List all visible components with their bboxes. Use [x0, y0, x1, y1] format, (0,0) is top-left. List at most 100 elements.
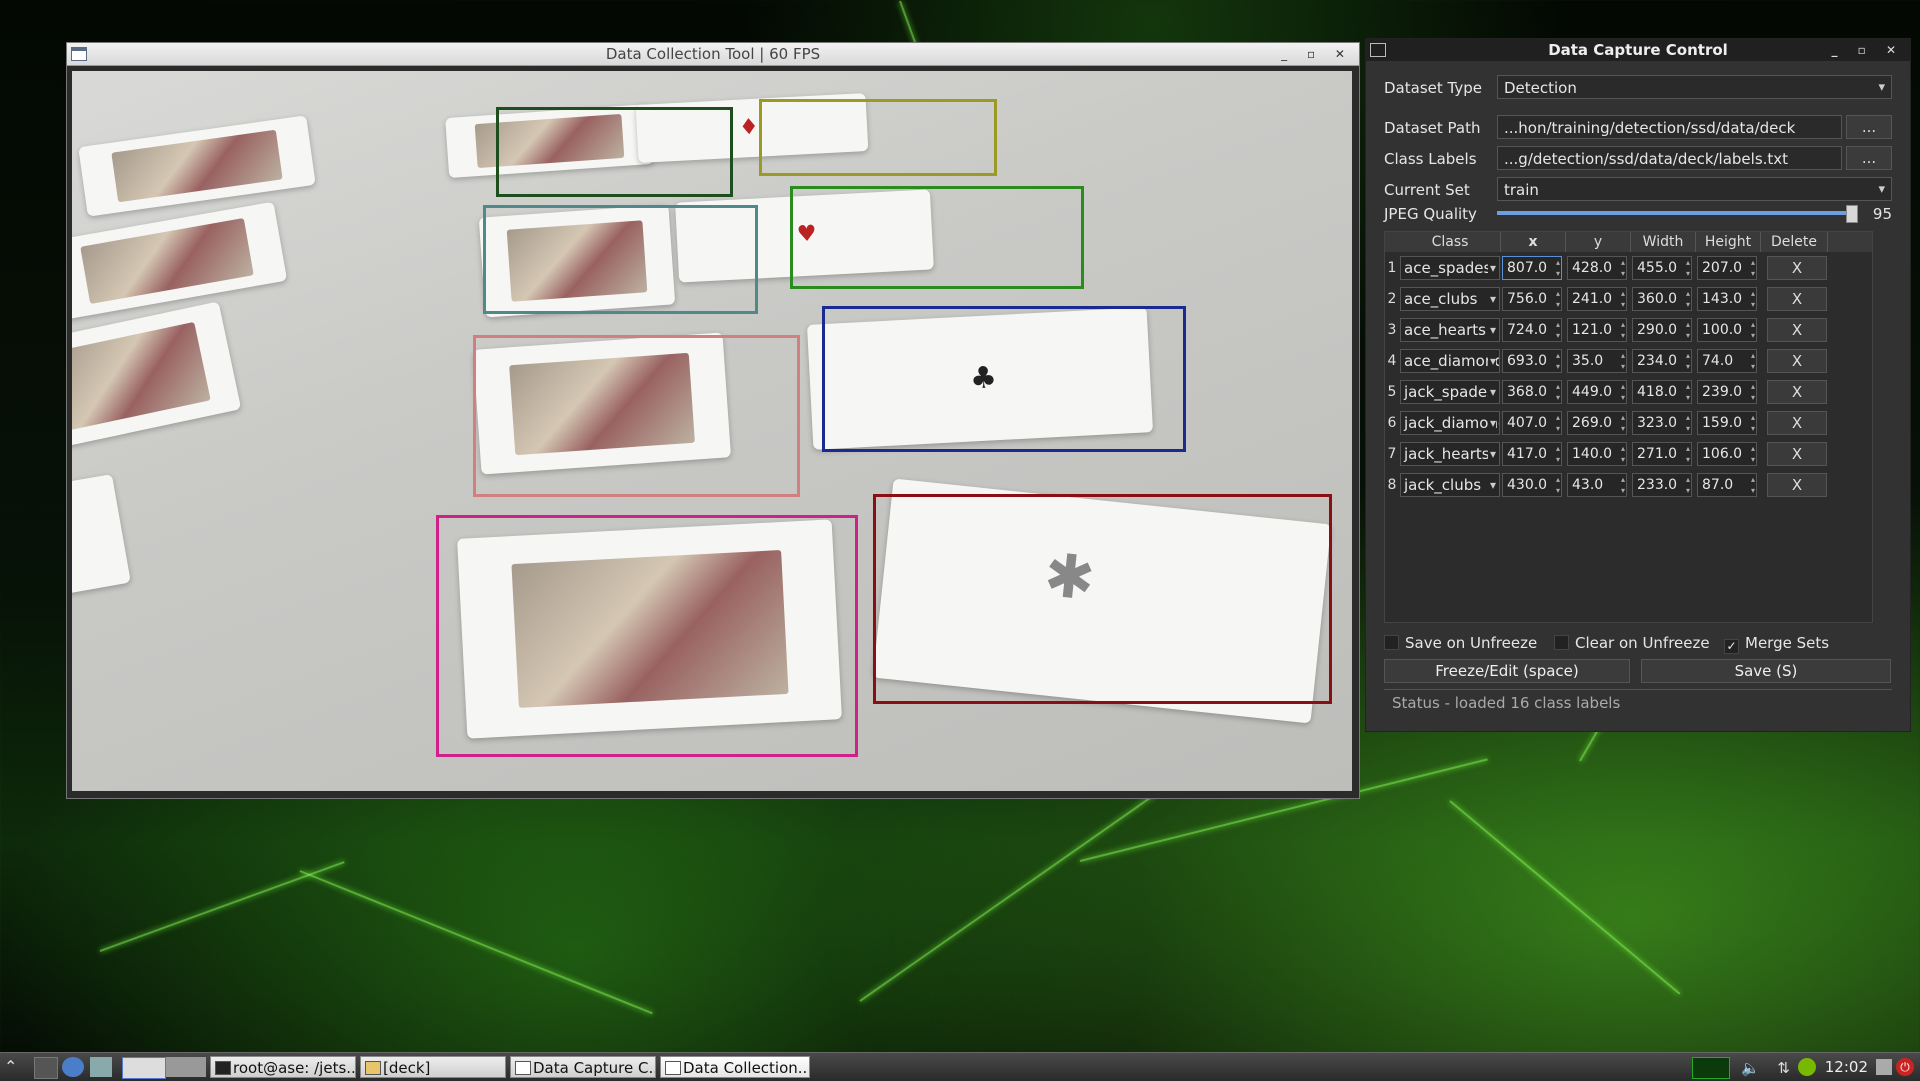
current-set-select[interactable]: train [1497, 177, 1892, 202]
height-spinbox[interactable]: 100.0 [1697, 318, 1757, 342]
column-header-delete[interactable]: Delete [1761, 232, 1828, 252]
y-spinbox[interactable]: 241.0 [1567, 287, 1627, 311]
delete-row-button[interactable]: X [1767, 473, 1827, 497]
data-collection-window[interactable]: Data Collection Tool | 60 FPS _ ▫ ✕ ♦ ♥ … [66, 42, 1360, 799]
class-labels-input[interactable]: ...g/detection/ssd/data/deck/labels.txt [1497, 146, 1842, 170]
terminal-launcher-icon[interactable] [34, 1057, 58, 1079]
column-header-class[interactable]: Class [1400, 232, 1501, 252]
checkbox-box[interactable] [1384, 635, 1399, 650]
class-select[interactable]: ace_hearts [1400, 318, 1500, 342]
bbox-jack-hearts[interactable] [483, 205, 758, 314]
taskbar-task-data-collection[interactable]: Data Collection... [660, 1056, 810, 1078]
class-select[interactable]: ace_diamonds [1400, 349, 1500, 373]
clock[interactable]: 12:02 [1825, 1053, 1868, 1081]
nvidia-icon[interactable] [1798, 1058, 1816, 1076]
power-icon[interactable]: ⏻ [1896, 1058, 1914, 1076]
width-spinbox[interactable]: 418.0 [1632, 380, 1692, 404]
bbox-ace-hearts[interactable] [790, 186, 1084, 289]
dataset-path-browse-button[interactable]: ... [1846, 115, 1892, 139]
height-spinbox[interactable]: 87.0 [1697, 473, 1757, 497]
x-spinbox[interactable]: 407.0 [1502, 411, 1562, 435]
y-spinbox[interactable]: 449.0 [1567, 380, 1627, 404]
x-spinbox[interactable]: 693.0 [1502, 349, 1562, 373]
desktop-pager-icon[interactable] [166, 1057, 206, 1077]
x-spinbox[interactable]: 807.0 [1502, 256, 1562, 280]
x-spinbox[interactable]: 417.0 [1502, 442, 1562, 466]
delete-row-button[interactable]: X [1767, 442, 1827, 466]
data-capture-control-window[interactable]: Data Capture Control _ ▫ ✕ Dataset Type … [1365, 38, 1911, 732]
column-header-x[interactable]: x [1501, 232, 1566, 252]
bbox-ace-diamonds[interactable] [759, 99, 997, 176]
bbox-jack-diamonds[interactable] [473, 335, 800, 497]
height-spinbox[interactable]: 106.0 [1697, 442, 1757, 466]
desktop-pager-icon[interactable] [122, 1057, 166, 1079]
x-spinbox[interactable]: 430.0 [1502, 473, 1562, 497]
class-select[interactable]: ace_clubs [1400, 287, 1500, 311]
class-labels-browse-button[interactable]: ... [1846, 146, 1892, 170]
screen-icon[interactable] [1876, 1059, 1892, 1075]
y-spinbox[interactable]: 428.0 [1567, 256, 1627, 280]
class-select[interactable]: jack_hearts [1400, 442, 1500, 466]
window-controls[interactable]: _ ▫ ✕ [1281, 43, 1353, 65]
delete-row-button[interactable]: X [1767, 256, 1827, 280]
x-spinbox[interactable]: 368.0 [1502, 380, 1562, 404]
height-spinbox[interactable]: 239.0 [1697, 380, 1757, 404]
annotation-table[interactable]: Class x y Width Height Delete 1 ace_spade… [1384, 231, 1873, 623]
save-button[interactable]: Save (S) [1641, 659, 1891, 683]
y-spinbox[interactable]: 140.0 [1567, 442, 1627, 466]
height-spinbox[interactable]: 159.0 [1697, 411, 1757, 435]
y-spinbox[interactable]: 269.0 [1567, 411, 1627, 435]
dataset-type-select[interactable]: Detection [1497, 75, 1892, 100]
height-spinbox[interactable]: 143.0 [1697, 287, 1757, 311]
width-spinbox[interactable]: 360.0 [1632, 287, 1692, 311]
bbox-jack-spades[interactable] [436, 515, 858, 757]
camera-feed[interactable]: ♦ ♥ ♣ ✱ [72, 71, 1352, 791]
browser-launcher-icon[interactable] [62, 1057, 84, 1077]
height-spinbox[interactable]: 207.0 [1697, 256, 1757, 280]
volume-icon[interactable]: 🔈 [1741, 1059, 1760, 1077]
camera-window-titlebar[interactable]: Data Collection Tool | 60 FPS _ ▫ ✕ [67, 43, 1359, 66]
class-select[interactable]: jack_clubs [1400, 473, 1500, 497]
bbox-jack-clubs[interactable] [496, 107, 733, 197]
merge-sets-checkbox[interactable]: ✓ Merge Sets [1724, 634, 1829, 654]
network-icon[interactable]: ⇅ [1777, 1059, 1790, 1077]
bbox-ace-clubs[interactable] [822, 306, 1186, 452]
x-spinbox[interactable]: 756.0 [1502, 287, 1562, 311]
taskbar-task-deck[interactable]: [deck] [360, 1056, 506, 1078]
column-header-width[interactable]: Width [1631, 232, 1696, 252]
class-select[interactable]: jack_diamonds [1400, 411, 1500, 435]
start-menu-icon[interactable]: ⌃ [4, 1057, 26, 1077]
window-controls[interactable]: _ ▫ ✕ [1831, 39, 1904, 61]
checkbox-box[interactable] [1554, 635, 1569, 650]
freeze-edit-button[interactable]: Freeze/Edit (space) [1384, 659, 1630, 683]
y-spinbox[interactable]: 43.0 [1567, 473, 1627, 497]
class-select[interactable]: ace_spades [1400, 256, 1500, 280]
width-spinbox[interactable]: 233.0 [1632, 473, 1692, 497]
delete-row-button[interactable]: X [1767, 380, 1827, 404]
width-spinbox[interactable]: 323.0 [1632, 411, 1692, 435]
y-spinbox[interactable]: 121.0 [1567, 318, 1627, 342]
width-spinbox[interactable]: 290.0 [1632, 318, 1692, 342]
delete-row-button[interactable]: X [1767, 349, 1827, 373]
clear-on-unfreeze-checkbox[interactable]: Clear on Unfreeze [1554, 634, 1710, 652]
taskbar-task-data-capture[interactable]: Data Capture C... [510, 1056, 656, 1078]
delete-row-button[interactable]: X [1767, 318, 1827, 342]
dataset-path-input[interactable]: ...hon/training/detection/ssd/data/deck [1497, 115, 1842, 139]
jpeg-quality-slider-handle[interactable] [1846, 205, 1858, 223]
taskbar-task-terminal[interactable]: root@ase: /jets... [210, 1056, 356, 1078]
save-on-unfreeze-checkbox[interactable]: Save on Unfreeze [1384, 634, 1537, 652]
control-window-titlebar[interactable]: Data Capture Control _ ▫ ✕ [1366, 39, 1910, 61]
delete-row-button[interactable]: X [1767, 287, 1827, 311]
y-spinbox[interactable]: 35.0 [1567, 349, 1627, 373]
width-spinbox[interactable]: 455.0 [1632, 256, 1692, 280]
width-spinbox[interactable]: 271.0 [1632, 442, 1692, 466]
checkmark-icon[interactable]: ✓ [1724, 639, 1739, 654]
jpeg-quality-slider[interactable] [1497, 211, 1856, 215]
x-spinbox[interactable]: 724.0 [1502, 318, 1562, 342]
class-select[interactable]: jack_spades [1400, 380, 1500, 404]
width-spinbox[interactable]: 234.0 [1632, 349, 1692, 373]
column-header-y[interactable]: y [1566, 232, 1631, 252]
file-manager-icon[interactable] [90, 1057, 112, 1077]
delete-row-button[interactable]: X [1767, 411, 1827, 435]
bbox-ace-spades[interactable] [873, 494, 1332, 704]
